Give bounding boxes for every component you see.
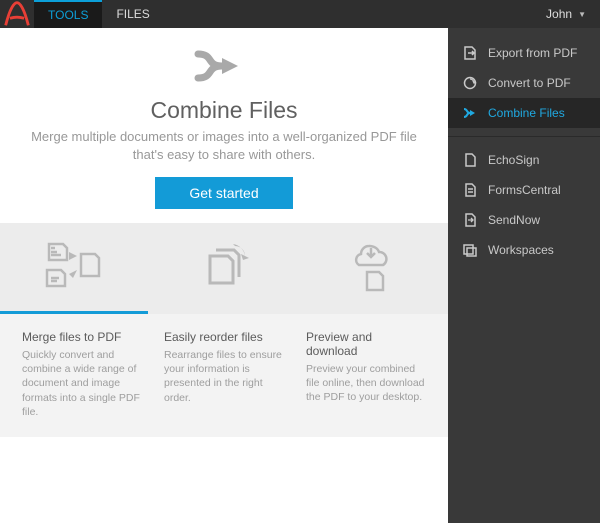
feature-card: Merge files to PDF Quickly convert and c… — [22, 330, 142, 419]
main-panel: Combine Files Merge multiple documents o… — [0, 28, 448, 523]
combine-icon — [462, 105, 478, 121]
send-icon — [462, 212, 478, 228]
chevron-down-icon: ▼ — [578, 10, 586, 19]
export-icon — [462, 45, 478, 61]
sidebar-separator — [448, 136, 600, 137]
sidebar-item-workspaces[interactable]: Workspaces — [448, 235, 600, 265]
acrobat-logo-icon — [0, 0, 34, 28]
tab-tools[interactable]: TOOLS — [34, 0, 102, 28]
feature-desc: Rearrange files to ensure your informati… — [164, 348, 284, 405]
sidebar-item-label: SendNow — [488, 213, 540, 227]
workspaces-icon — [462, 242, 478, 258]
sidebar-item-export-pdf[interactable]: Export from PDF — [448, 38, 600, 68]
form-icon — [462, 182, 478, 198]
sidebar: Export from PDF Convert to PDF Combine F… — [448, 28, 600, 523]
feature-desc: Preview your combined file online, then … — [306, 362, 426, 405]
sidebar-item-label: FormsCentral — [488, 183, 561, 197]
feature-title: Easily reorder files — [164, 330, 284, 344]
tab-label: TOOLS — [48, 8, 88, 22]
sidebar-item-label: Workspaces — [488, 243, 554, 257]
topbar: TOOLS FILES John ▼ — [0, 0, 600, 28]
sidebar-item-label: Combine Files — [488, 106, 565, 120]
sidebar-item-label: EchoSign — [488, 153, 539, 167]
sidebar-item-label: Export from PDF — [488, 46, 577, 60]
feature-title: Merge files to PDF — [22, 330, 142, 344]
feature-title: Preview and download — [306, 330, 426, 358]
convert-icon — [462, 75, 478, 91]
tab-files[interactable]: FILES — [102, 0, 163, 28]
sidebar-item-echosign[interactable]: EchoSign — [448, 145, 600, 175]
feature-card: Preview and download Preview your combin… — [306, 330, 426, 419]
get-started-button[interactable]: Get started — [155, 177, 292, 209]
sidebar-item-label: Convert to PDF — [488, 76, 571, 90]
combine-icon — [28, 46, 420, 91]
feature-descriptions: Merge files to PDF Quickly convert and c… — [0, 314, 448, 437]
sidebar-item-convert-pdf[interactable]: Convert to PDF — [448, 68, 600, 98]
feature-illustrations — [0, 223, 448, 311]
page-subtitle: Merge multiple documents or images into … — [28, 128, 420, 163]
reorder-icon — [150, 238, 298, 296]
page-title: Combine Files — [28, 97, 420, 124]
merge-files-icon — [1, 238, 149, 296]
document-icon — [462, 152, 478, 168]
user-name: John — [546, 7, 572, 21]
hero: Combine Files Merge multiple documents o… — [0, 28, 448, 223]
feature-desc: Quickly convert and combine a wide range… — [22, 348, 142, 419]
tab-label: FILES — [116, 7, 149, 21]
sidebar-item-formscentral[interactable]: FormsCentral — [448, 175, 600, 205]
sidebar-item-sendnow[interactable]: SendNow — [448, 205, 600, 235]
user-menu[interactable]: John ▼ — [532, 0, 600, 28]
feature-card: Easily reorder files Rearrange files to … — [164, 330, 284, 419]
download-icon — [299, 238, 447, 296]
sidebar-item-combine-files[interactable]: Combine Files — [448, 98, 600, 128]
